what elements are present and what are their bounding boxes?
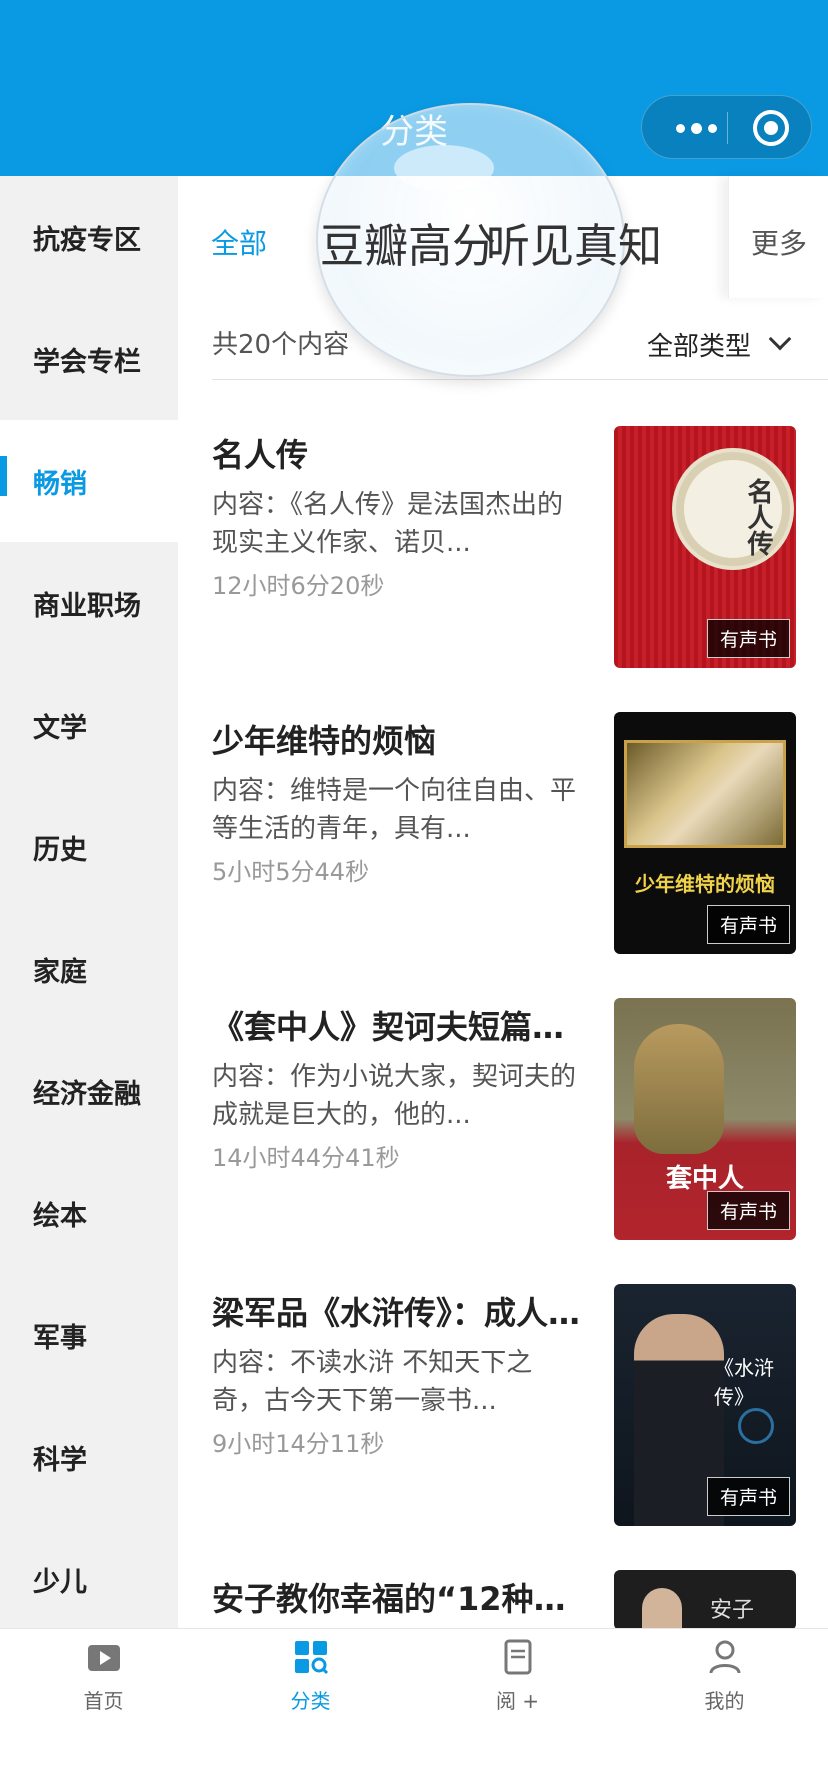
book-title: 梁军品《水浒传》：成人世界的侠義担当 bbox=[212, 1294, 592, 1332]
book-title: 少年维特的烦恼 bbox=[212, 722, 437, 760]
book-duration: 12小时6分20秒 bbox=[212, 572, 385, 600]
sidebar-item-changxiao[interactable]: 畅销 bbox=[0, 420, 178, 542]
book-duration: 5小时5分44秒 bbox=[212, 858, 370, 886]
nav-home[interactable]: 首页 bbox=[0, 1629, 207, 1739]
nav-label: 分类 bbox=[290, 1689, 331, 1713]
cover-title: 安子 bbox=[710, 1598, 755, 1623]
sidebar-item-huiben[interactable]: 绘本 bbox=[0, 1152, 178, 1274]
close-miniprogram-icon[interactable] bbox=[753, 110, 789, 146]
book-cover: 安子 bbox=[614, 1570, 796, 1630]
sidebar-item-lishi[interactable]: 历史 bbox=[0, 786, 178, 908]
more-tabs-label: 更多 bbox=[751, 227, 808, 260]
sidebar-item-label: 经济金融 bbox=[33, 1078, 141, 1110]
sidebar-item-jingji[interactable]: 经济金融 bbox=[0, 1030, 178, 1152]
nav-label: 首页 bbox=[83, 1689, 124, 1713]
sidebar-item-shaoer[interactable]: 少儿 bbox=[0, 1518, 178, 1628]
cover-title: 《水浒传》 bbox=[714, 1356, 774, 1409]
list-item[interactable]: 名人传 内容：《名人传》是法国杰出的现实主义作家、诺贝... 12小时6分20秒… bbox=[178, 426, 828, 711]
audiobook-badge: 有声书 bbox=[706, 905, 790, 944]
book-cover: 名人传 有声书 bbox=[614, 426, 796, 668]
list-item[interactable]: 梁军品《水浒传》：成人世界的侠義担当 内容：不读水浒 不知天下之奇，古今天下第一… bbox=[178, 1284, 828, 1569]
book-cover: 《水浒传》 有声书 bbox=[614, 1284, 796, 1526]
user-icon bbox=[709, 1640, 741, 1674]
sidebar-item-label: 文学 bbox=[33, 712, 87, 744]
book-description: 内容：维特是一个向往自由、平等生活的青年，具有... bbox=[212, 776, 577, 844]
book-cover: 少年维特的烦恼 有声书 bbox=[614, 712, 796, 954]
nav-label: 阅 + bbox=[495, 1689, 540, 1713]
magnifier-shine bbox=[394, 145, 494, 191]
sidebar-item-kangyi[interactable]: 抗疫专区 bbox=[0, 176, 178, 298]
sidebar-item-junshi[interactable]: 军事 bbox=[0, 1274, 178, 1396]
book-description: 内容：作为小说大家，契诃夫的成就是巨大的，他的... bbox=[212, 1062, 577, 1130]
book-duration: 14小时44分41秒 bbox=[212, 1144, 400, 1172]
type-filter[interactable]: 全部类型 bbox=[647, 326, 751, 363]
audiobook-badge: 有声书 bbox=[706, 619, 790, 658]
book-duration: 9小时14分11秒 bbox=[212, 1430, 385, 1458]
tab-douban[interactable]: 豆瓣高分 bbox=[320, 208, 496, 275]
nav-category[interactable]: 分类 bbox=[207, 1629, 414, 1739]
sidebar-item-label: 抗疫专区 bbox=[33, 224, 141, 256]
sidebar-item-label: 家庭 bbox=[33, 956, 87, 988]
sidebar-item-label: 科学 bbox=[33, 1444, 87, 1476]
sidebar-item-label: 学会专栏 bbox=[33, 346, 141, 378]
list-item[interactable]: 少年维特的烦恼 内容：维特是一个向往自由、平等生活的青年，具有... 5小时5分… bbox=[178, 712, 828, 997]
cover-title: 少年维特的烦恼 bbox=[635, 872, 775, 896]
cover-portrait bbox=[634, 1024, 724, 1154]
more-options-icon[interactable] bbox=[666, 96, 726, 160]
sidebar-item-shangye[interactable]: 商业职场 bbox=[0, 542, 178, 664]
content-count: 共20个内容 bbox=[212, 330, 350, 360]
cover-title: 名人传 bbox=[743, 478, 773, 556]
play-video-icon bbox=[88, 1645, 120, 1671]
audiobook-badge: 有声书 bbox=[706, 1191, 790, 1230]
sidebar-item-label: 畅销 bbox=[33, 468, 87, 500]
cover-circle-graphic bbox=[738, 1408, 774, 1444]
tab-tingjian[interactable]: 听见真知 bbox=[486, 208, 662, 275]
sidebar-item-jiating[interactable]: 家庭 bbox=[0, 908, 178, 1030]
book-cover: 套中人 有声书 bbox=[614, 998, 796, 1240]
cover-title: 套中人 bbox=[665, 1164, 744, 1194]
bottom-nav: 首页 分类 阅 + 我的 bbox=[0, 1628, 828, 1792]
sidebar-item-label: 绘本 bbox=[33, 1200, 87, 1232]
book-description: 内容：不读水浒 不知天下之奇，古今天下第一豪书... bbox=[212, 1348, 533, 1416]
sidebar-item-label: 军事 bbox=[33, 1322, 87, 1354]
nav-read-plus[interactable]: 阅 + bbox=[414, 1629, 621, 1739]
book-description: 内容：《名人传》是法国杰出的现实主义作家、诺贝... bbox=[212, 490, 564, 558]
document-icon bbox=[504, 1639, 532, 1675]
cover-portrait bbox=[642, 1588, 682, 1630]
book-title: 安子教你幸福的“12种方法” bbox=[212, 1580, 592, 1618]
list-item[interactable]: 《套中人》契诃夫短篇小说选 内容：作为小说大家，契诃夫的成就是巨大的，他的...… bbox=[178, 998, 828, 1283]
chevron-down-icon[interactable] bbox=[768, 327, 792, 351]
sidebar-item-label: 历史 bbox=[33, 834, 87, 866]
sidebar-item-kexue[interactable]: 科学 bbox=[0, 1396, 178, 1518]
nav-label: 我的 bbox=[704, 1689, 745, 1713]
audiobook-badge: 有声书 bbox=[706, 1477, 790, 1516]
app-root: 分类 抗疫专区 学会专栏 畅销 商业职场 文学 历史 家庭 经济金融 绘本 军事… bbox=[0, 0, 828, 1792]
sidebar-item-label: 少儿 bbox=[33, 1566, 87, 1598]
list-item[interactable]: 安子教你幸福的“12种方法” 安子 bbox=[178, 1570, 828, 1630]
category-grid-icon bbox=[295, 1641, 329, 1675]
tab-all[interactable]: 全部 bbox=[211, 222, 267, 262]
cover-painting bbox=[624, 740, 786, 848]
book-title: 名人传 bbox=[212, 436, 309, 474]
book-title: 《套中人》契诃夫短篇小说选 bbox=[212, 1008, 592, 1046]
more-tabs-button[interactable]: 更多 bbox=[728, 176, 828, 298]
sidebar-item-wenxue[interactable]: 文学 bbox=[0, 664, 178, 786]
miniprogram-capsule bbox=[641, 95, 812, 159]
sidebar-item-label: 商业职场 bbox=[33, 590, 141, 622]
category-sidebar: 抗疫专区 学会专栏 畅销 商业职场 文学 历史 家庭 经济金融 绘本 军事 科学… bbox=[0, 176, 178, 1628]
nav-mine[interactable]: 我的 bbox=[621, 1629, 828, 1739]
sidebar-item-xuehui[interactable]: 学会专栏 bbox=[0, 298, 178, 420]
capsule-divider bbox=[727, 112, 728, 144]
